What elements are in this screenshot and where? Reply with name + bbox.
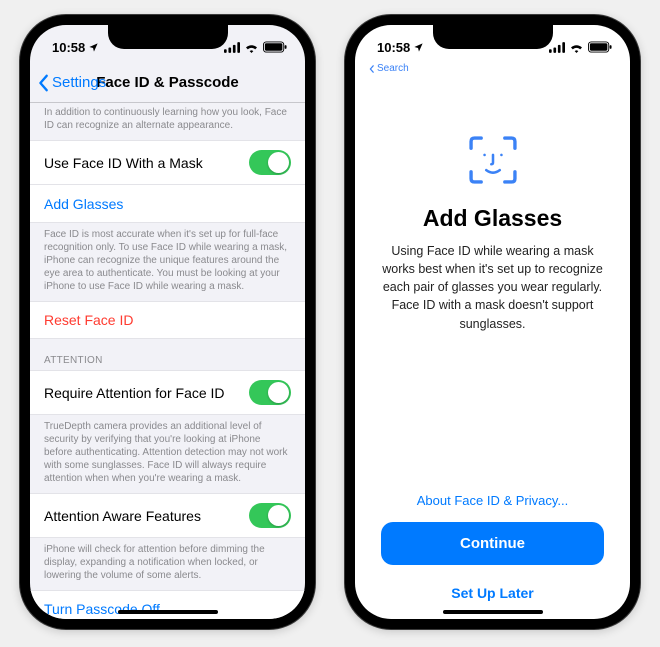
battery-icon: [263, 41, 287, 53]
face-id-mask-cell[interactable]: Use Face ID With a Mask: [30, 140, 305, 185]
face-id-icon: [466, 133, 520, 187]
nav-bar: Settings Face ID & Passcode: [30, 63, 305, 103]
iphone-frame-right: 10:58 Search Add: [345, 15, 640, 629]
require-attention-toggle[interactable]: [249, 380, 291, 405]
attention-aware-toggle[interactable]: [249, 503, 291, 528]
cell-label: Attention Aware Features: [44, 508, 201, 524]
page-title: Face ID & Passcode: [96, 74, 239, 91]
iphone-frame-left: 10:58 Settings Face ID & Passcode In add…: [20, 15, 315, 629]
location-icon: [413, 42, 424, 53]
cellular-icon: [549, 42, 565, 53]
add-glasses-cell[interactable]: Add Glasses: [30, 185, 305, 223]
status-time: 10:58: [52, 40, 85, 55]
cell-label: Add Glasses: [44, 196, 123, 212]
wizard-title: Add Glasses: [381, 205, 604, 232]
attention-aware-footer: iPhone will check for attention before d…: [30, 538, 305, 590]
turn-passcode-off-cell[interactable]: Turn Passcode Off: [30, 590, 305, 619]
reset-face-id-cell[interactable]: Reset Face ID: [30, 301, 305, 339]
breadcrumb[interactable]: Search: [369, 63, 409, 74]
require-attention-cell[interactable]: Require Attention for Face ID: [30, 370, 305, 415]
back-label: Settings: [52, 74, 106, 91]
status-time: 10:58: [377, 40, 410, 55]
location-icon: [88, 42, 99, 53]
cell-label: Reset Face ID: [44, 312, 133, 328]
battery-icon: [588, 41, 612, 53]
cell-label: Require Attention for Face ID: [44, 385, 225, 401]
chevron-left-icon: [38, 74, 50, 92]
intro-footer: In addition to continuously learning how…: [30, 103, 305, 140]
settings-content[interactable]: In addition to continuously learning how…: [30, 103, 305, 619]
wifi-icon: [569, 42, 584, 53]
wizard-body: Using Face ID while wearing a mask works…: [381, 242, 604, 333]
chevron-left-icon: [369, 65, 375, 73]
add-glasses-wizard: Add Glasses Using Face ID while wearing …: [355, 63, 630, 619]
cellular-icon: [224, 42, 240, 53]
home-indicator[interactable]: [118, 610, 218, 614]
screen-settings: 10:58 Settings Face ID & Passcode In add…: [30, 25, 305, 619]
breadcrumb-label: Search: [377, 63, 409, 74]
notch: [433, 25, 553, 49]
cell-label: Use Face ID With a Mask: [44, 155, 203, 171]
screen-add-glasses: 10:58 Search Add: [355, 25, 630, 619]
face-id-mask-toggle[interactable]: [249, 150, 291, 175]
continue-button[interactable]: Continue: [381, 522, 604, 565]
cell-label: Turn Passcode Off: [44, 601, 160, 617]
mask-footer: Face ID is most accurate when it's set u…: [30, 223, 305, 301]
require-attention-footer: TrueDepth camera provides an additional …: [30, 415, 305, 493]
attention-aware-cell[interactable]: Attention Aware Features: [30, 493, 305, 538]
notch: [108, 25, 228, 49]
wifi-icon: [244, 42, 259, 53]
about-privacy-link[interactable]: About Face ID & Privacy...: [381, 493, 604, 508]
attention-header: ATTENTION: [30, 339, 305, 370]
back-button[interactable]: Settings: [38, 74, 106, 92]
home-indicator[interactable]: [443, 610, 543, 614]
